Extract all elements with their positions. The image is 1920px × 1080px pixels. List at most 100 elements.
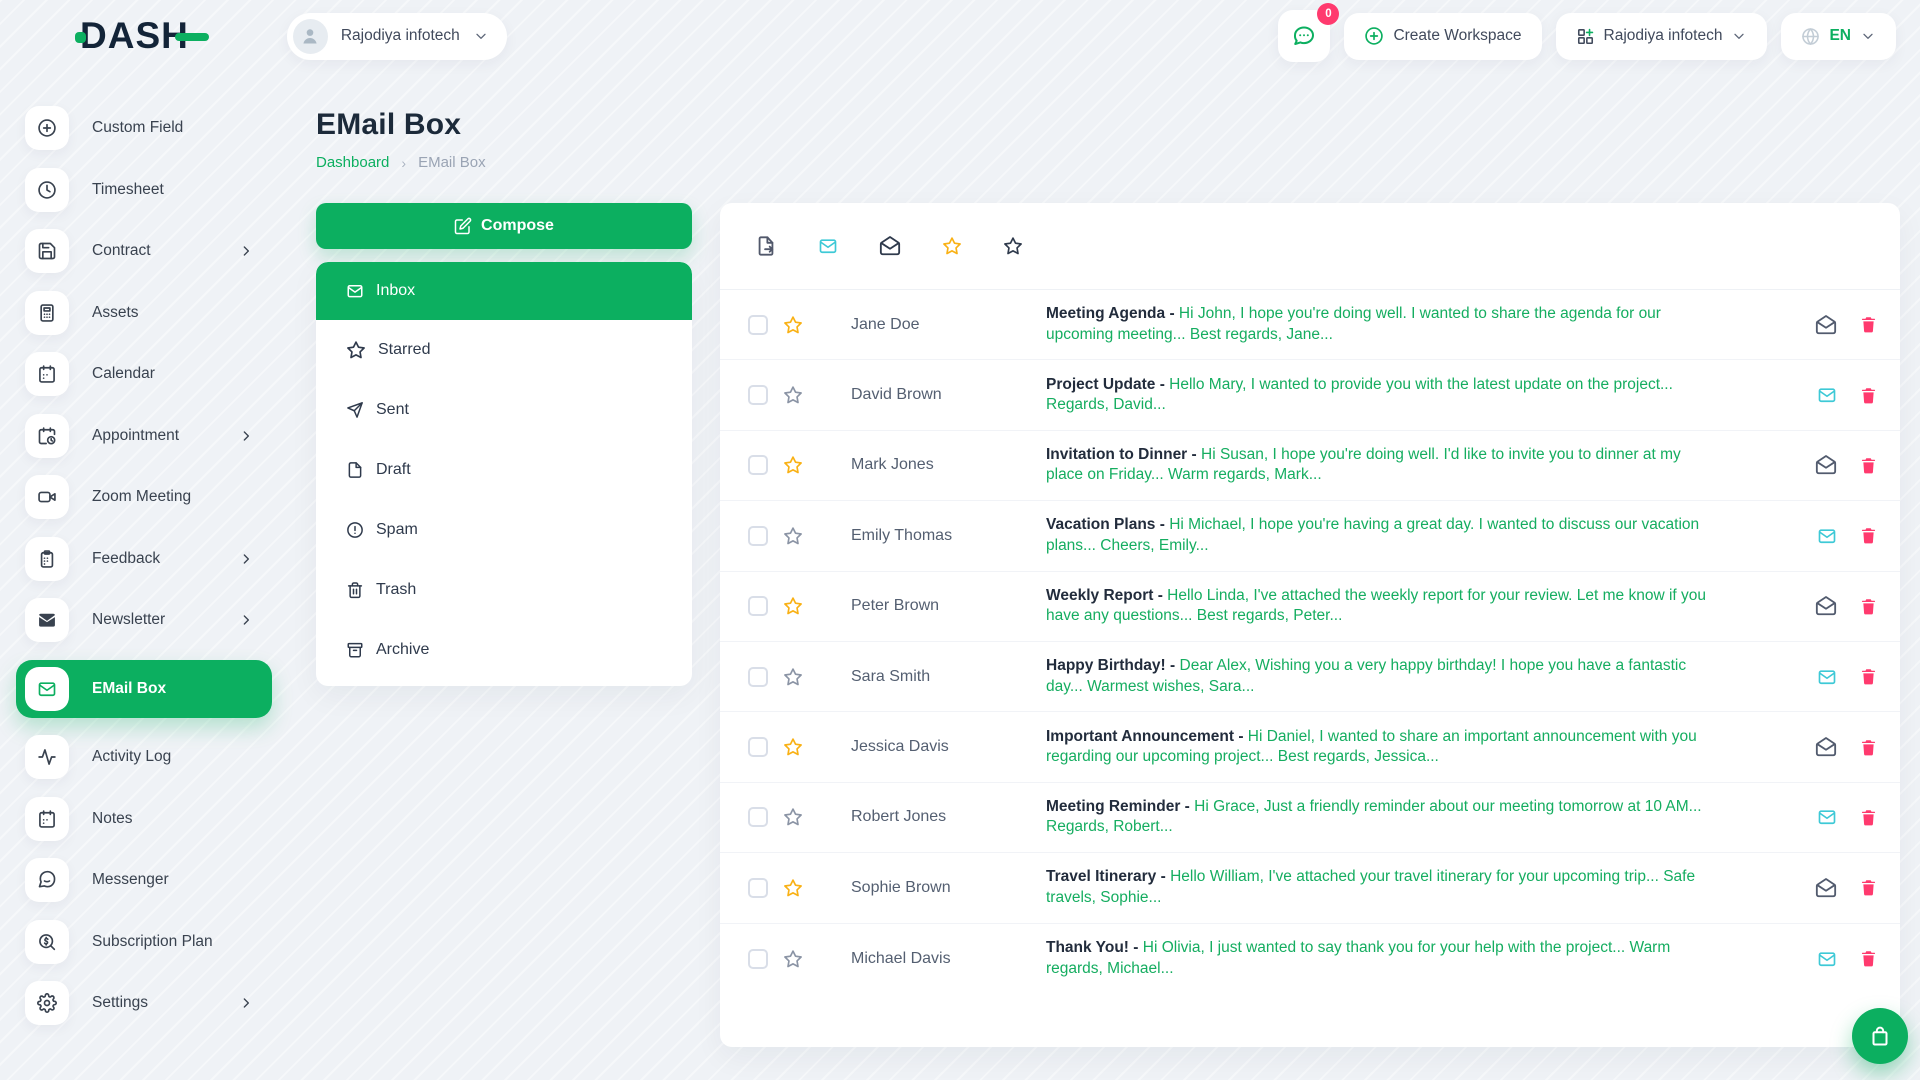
trash-icon[interactable] [1859,456,1878,475]
email-row[interactable]: Peter Brown Weekly Report - Hello Linda, … [720,572,1900,642]
email-row[interactable]: Robert Jones Meeting Reminder - Hi Grace,… [720,783,1900,854]
plus-circle-icon [25,106,69,150]
trash-icon[interactable] [1859,667,1878,686]
trash-icon[interactable] [1859,878,1878,897]
mail-open-icon[interactable] [1815,454,1837,476]
star-icon[interactable] [783,596,803,616]
email-checkbox[interactable] [748,666,768,687]
star-toolbar-icon[interactable] [942,236,962,256]
store-fab-button[interactable] [1852,1008,1908,1064]
sidebar-item-subscription-plan[interactable]: Subscription Plan [16,919,272,964]
email-checkbox[interactable] [748,314,768,335]
trash-icon[interactable] [1859,386,1878,405]
star-icon[interactable] [783,455,803,475]
file-export-toolbar-icon[interactable] [755,235,777,257]
star-icon[interactable] [783,807,803,827]
sidebar-item-email-box[interactable]: EMail Box [16,659,272,718]
mail-open-icon[interactable] [1815,736,1837,758]
language-selector[interactable]: EN [1781,12,1896,60]
star-icon[interactable] [783,737,803,757]
email-checkbox[interactable] [748,385,768,406]
trash-icon[interactable] [1859,597,1878,616]
folder-item-archive[interactable]: Archive [316,620,692,680]
trash-icon[interactable] [1859,315,1878,334]
email-row[interactable]: Michael Davis Thank You! - Hi Olivia, I j… [720,924,1900,994]
email-checkbox[interactable] [748,948,768,969]
star-icon[interactable] [783,667,803,687]
sidebar-item-messenger[interactable]: Messenger [16,858,272,902]
folder-item-inbox[interactable]: Inbox [316,262,692,320]
create-workspace-button[interactable]: Create Workspace [1344,12,1542,60]
star-icon[interactable] [783,385,803,405]
sidebar-item-activity-log[interactable]: Activity Log [16,735,272,779]
email-subject: Vacation Plans - [1046,516,1170,534]
sidebar-item-custom-field[interactable]: Custom Field [16,106,272,150]
email-subject: Thank You! - [1046,939,1143,957]
email-checkbox[interactable] [748,737,768,758]
star-icon[interactable] [783,315,803,335]
sidebar-item-newsletter[interactable]: Newsletter [16,598,272,642]
breadcrumb-item[interactable]: Dashboard [316,154,389,171]
email-subject: Project Update - [1046,375,1170,393]
sidebar-item-feedback[interactable]: Feedback [16,536,272,581]
email-sender: Emily Thomas [851,526,953,544]
folder-item-draft[interactable]: Draft [316,440,692,500]
company-menu[interactable]: Rajodiya infotech [1555,12,1768,60]
mail-icon[interactable] [1817,807,1837,827]
chat-button[interactable]: 0 [1278,3,1340,62]
folder-label: Starred [378,341,431,358]
email-row[interactable]: David Brown Project Update - Hello Mary, … [720,360,1900,431]
mail-icon[interactable] [1817,949,1837,969]
email-checkbox[interactable] [748,596,768,617]
compose-button[interactable]: Compose [316,203,692,249]
email-checkbox[interactable] [748,455,768,476]
mail-icon[interactable] [1817,667,1837,687]
settings-icon [25,981,69,1025]
sidebar-item-appointment[interactable]: Appointment [16,413,272,458]
app-logo[interactable]: DASH [75,15,209,57]
email-row[interactable]: Jane Doe Meeting Agenda - Hi John, I hope… [720,290,1900,361]
email-row[interactable]: Emily Thomas Vacation Plans - Hi Michael,… [720,501,1900,572]
mail-icon[interactable] [1817,385,1837,405]
mail-open-icon[interactable] [1815,877,1837,899]
star-icon[interactable] [783,878,803,898]
email-row[interactable]: Mark Jones Invitation to Dinner - Hi Susa… [720,431,1900,502]
trash-icon[interactable] [1859,949,1878,968]
sidebar-item-contract[interactable]: Contract [16,229,272,273]
sidebar-item-timesheet[interactable]: Timesheet [16,167,272,212]
star-toolbar-icon[interactable] [1003,236,1023,256]
breadcrumb-separator-icon: › [401,154,407,171]
folder-item-spam[interactable]: Spam [316,500,692,560]
chat-icon [1292,24,1316,48]
trash-icon[interactable] [1859,526,1878,545]
email-row[interactable]: Sara Smith Happy Birthday! - Dear Alex, W… [720,642,1900,713]
folder-item-trash[interactable]: Trash [316,560,692,620]
folder-item-sent[interactable]: Sent [316,380,692,440]
mail-open-icon[interactable] [1815,314,1837,336]
sidebar-item-settings[interactable]: Settings [16,981,272,1025]
mail-open-icon[interactable] [1815,595,1837,617]
trash-icon[interactable] [1859,738,1878,757]
email-row[interactable]: Jessica Davis Important Announcement - Hi… [720,712,1900,783]
trash-icon[interactable] [1859,808,1878,827]
sidebar-item-label: Notes [92,809,133,827]
email-checkbox[interactable] [748,877,768,898]
sidebar-item-label: Custom Field [92,119,184,136]
email-row[interactable]: Sophie Brown Travel Itinerary - Hello Wil… [720,853,1900,924]
mail-icon[interactable] [1817,526,1837,546]
email-checkbox[interactable] [748,807,768,828]
workspace-switcher[interactable]: Rajodiya infotech [286,12,507,60]
star-icon[interactable] [783,526,803,546]
mail-toolbar-icon[interactable] [818,236,838,256]
email-checkbox[interactable] [748,525,768,546]
file-icon [346,461,364,479]
email-sender: Jessica Davis [851,738,949,756]
email-snippet: Meeting Reminder - Hi Grace, Just a frie… [1046,797,1817,838]
sidebar-item-assets[interactable]: Assets [16,290,272,335]
sidebar-item-calendar[interactable]: Calendar [16,352,272,396]
sidebar-item-notes[interactable]: Notes [16,796,272,841]
sidebar-item-zoom-meeting[interactable]: Zoom Meeting [16,475,272,519]
mail-open-toolbar-icon[interactable] [879,235,901,257]
star-icon[interactable] [783,949,803,969]
folder-item-starred[interactable]: Starred [316,320,692,380]
